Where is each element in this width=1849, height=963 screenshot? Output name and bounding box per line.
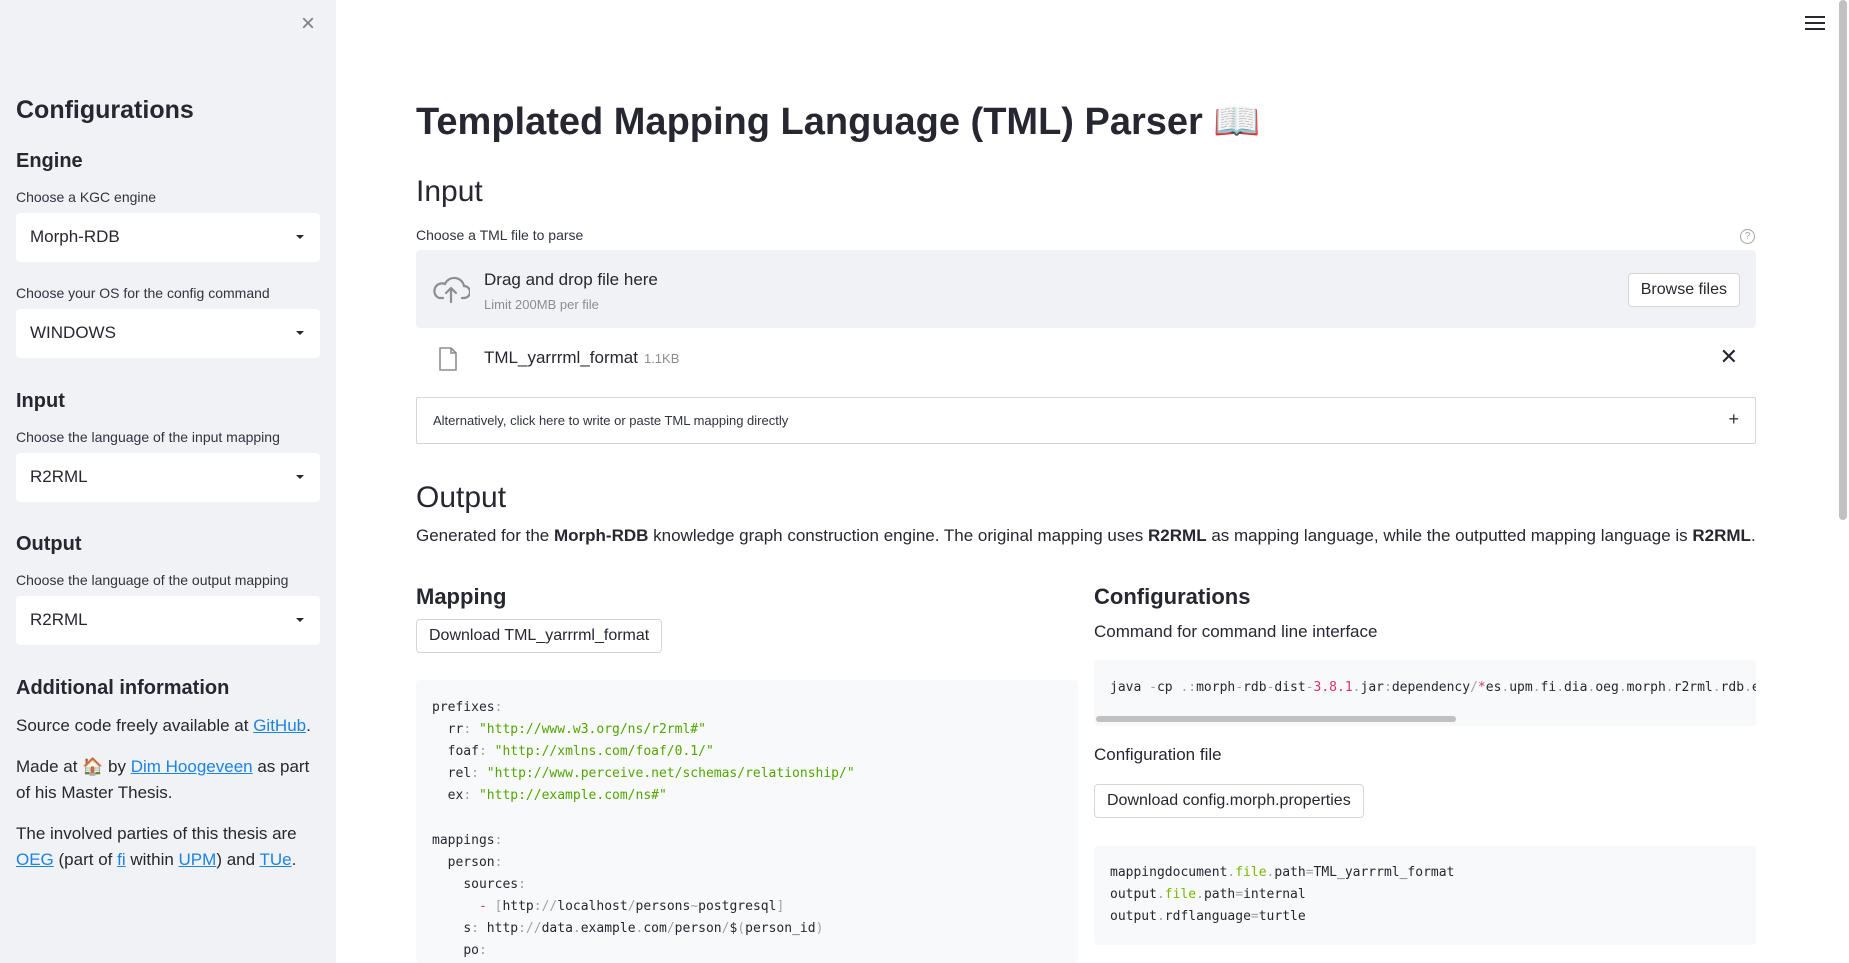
made-by-text: Made at 🏠 by Dim Hoogeveen as part of hi…	[16, 757, 310, 802]
engine-select[interactable]: Morph-RDB	[16, 213, 320, 262]
caret-down-icon	[296, 235, 304, 239]
config-file-label: Configuration file	[1094, 745, 1222, 764]
mapping-heading: Mapping	[416, 584, 507, 609]
tue-link[interactable]: TUe	[259, 850, 291, 869]
mapping-code-block: prefixes: rr: "http://www.w3.org/ns/r2rm…	[416, 680, 1078, 963]
help-circle-icon[interactable]: ?	[1740, 229, 1755, 244]
os-label: Choose your OS for the config command	[16, 285, 270, 301]
expander-label: Alternatively, click here to write or pa…	[433, 413, 789, 428]
configurations-heading: Configurations	[1094, 584, 1251, 609]
source-text: Source code freely available at GitHub.	[16, 716, 311, 735]
engine-select-value: Morph-RDB	[30, 227, 120, 246]
info-heading: Additional information	[16, 677, 230, 699]
cli-label: Command for command line interface	[1094, 622, 1378, 641]
author-link[interactable]: Dim Hoogeveen	[131, 757, 253, 776]
close-icon[interactable]: ×	[296, 12, 320, 36]
input-label: Choose the language of the input mapping	[16, 429, 280, 445]
output-heading: Output	[16, 533, 82, 555]
file-icon	[439, 347, 457, 371]
file-dropzone[interactable]: Drag and drop file here Limit 200MB per …	[416, 250, 1756, 328]
hamburger-menu-icon[interactable]	[1805, 16, 1825, 34]
input-section-heading: Input	[416, 175, 483, 208]
main-content: Templated Mapping Language (TML) Parser …	[336, 0, 1849, 963]
fi-link[interactable]: fi	[117, 850, 126, 869]
tml-text-expander[interactable]: Alternatively, click here to write or pa…	[416, 397, 1756, 444]
github-link[interactable]: GitHub	[253, 716, 306, 735]
oeg-link[interactable]: OEG	[16, 850, 54, 869]
input-select-value: R2RML	[30, 467, 88, 486]
download-mapping-button[interactable]: Download TML_yarrrml_format	[416, 619, 663, 653]
file-name: TML_yarrrml_format 1.1KB	[484, 348, 680, 367]
file-size: 1.1KB	[643, 351, 680, 366]
remove-file-icon[interactable]: ✕	[1720, 344, 1738, 370]
vertical-scrollbar[interactable]	[1839, 0, 1847, 520]
os-select[interactable]: WINDOWS	[16, 309, 320, 358]
plus-icon: +	[1728, 409, 1739, 429]
output-section-heading: Output	[416, 481, 507, 514]
caret-down-icon	[296, 475, 304, 479]
output-select-value: R2RML	[30, 610, 88, 629]
os-select-value: WINDOWS	[30, 323, 116, 342]
uploader-label: Choose a TML file to parse	[416, 227, 584, 243]
horizontal-scrollbar[interactable]	[1096, 716, 1456, 722]
cli-code-block: java -cp .:morph-rdb-dist-3.8.1.jar:depe…	[1094, 660, 1756, 726]
upm-link[interactable]: UPM	[179, 850, 217, 869]
output-select[interactable]: R2RML	[16, 596, 320, 645]
input-select[interactable]: R2RML	[16, 453, 320, 502]
sidebar: × Configurations Engine Choose a KGC eng…	[0, 0, 336, 963]
input-heading: Input	[16, 390, 65, 412]
engine-heading: Engine	[16, 150, 83, 172]
caret-down-icon	[296, 331, 304, 335]
uploaded-file-row: TML_yarrrml_format 1.1KB ✕	[416, 330, 1756, 384]
output-label: Choose the language of the output mappin…	[16, 572, 289, 588]
output-description: Generated for the Morph-RDB knowledge gr…	[416, 526, 1756, 545]
browse-files-button[interactable]: Browse files	[1627, 273, 1740, 307]
cloud-upload-icon	[433, 276, 470, 304]
engine-label: Choose a KGC engine	[16, 189, 157, 205]
page-title: Templated Mapping Language (TML) Parser …	[416, 101, 1261, 143]
download-config-button[interactable]: Download config.morph.properties	[1094, 784, 1364, 818]
parties-text: The involved parties of this thesis are …	[16, 824, 297, 869]
drop-title: Drag and drop file here	[484, 270, 658, 289]
caret-down-icon	[296, 618, 304, 622]
drop-limit: Limit 200MB per file	[484, 297, 599, 312]
sidebar-heading: Configurations	[16, 96, 194, 124]
config-code-block: mappingdocument.file.path=TML_yarrrml_fo…	[1094, 846, 1756, 945]
